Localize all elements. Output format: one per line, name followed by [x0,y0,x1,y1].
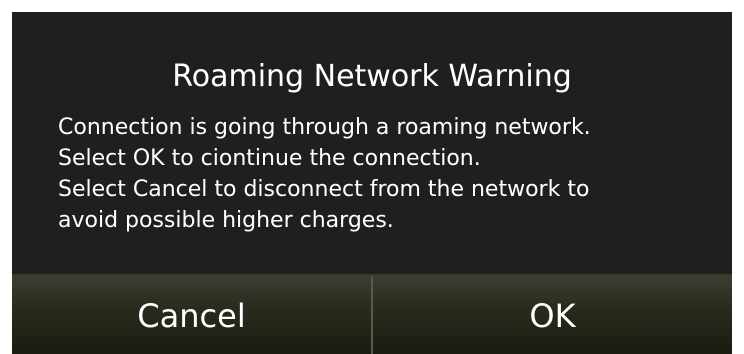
message-line-2: Select OK to ciontinue the connection. [58,146,481,171]
dialog-button-bar: Cancel OK [12,274,732,354]
message-line-4: avoid possible higher charges. [58,208,394,233]
message-line-1: Connection is going through a roaming ne… [58,115,591,140]
dialog-title: Roaming Network Warning [172,59,572,94]
roaming-warning-dialog: Roaming Network Warning Connection is go… [12,12,732,354]
ok-button[interactable]: OK [373,276,732,354]
dialog-message: Connection is going through a roaming ne… [58,112,728,236]
message-line-3: Select Cancel to disconnect from the net… [58,177,590,202]
cancel-button[interactable]: Cancel [12,276,373,354]
